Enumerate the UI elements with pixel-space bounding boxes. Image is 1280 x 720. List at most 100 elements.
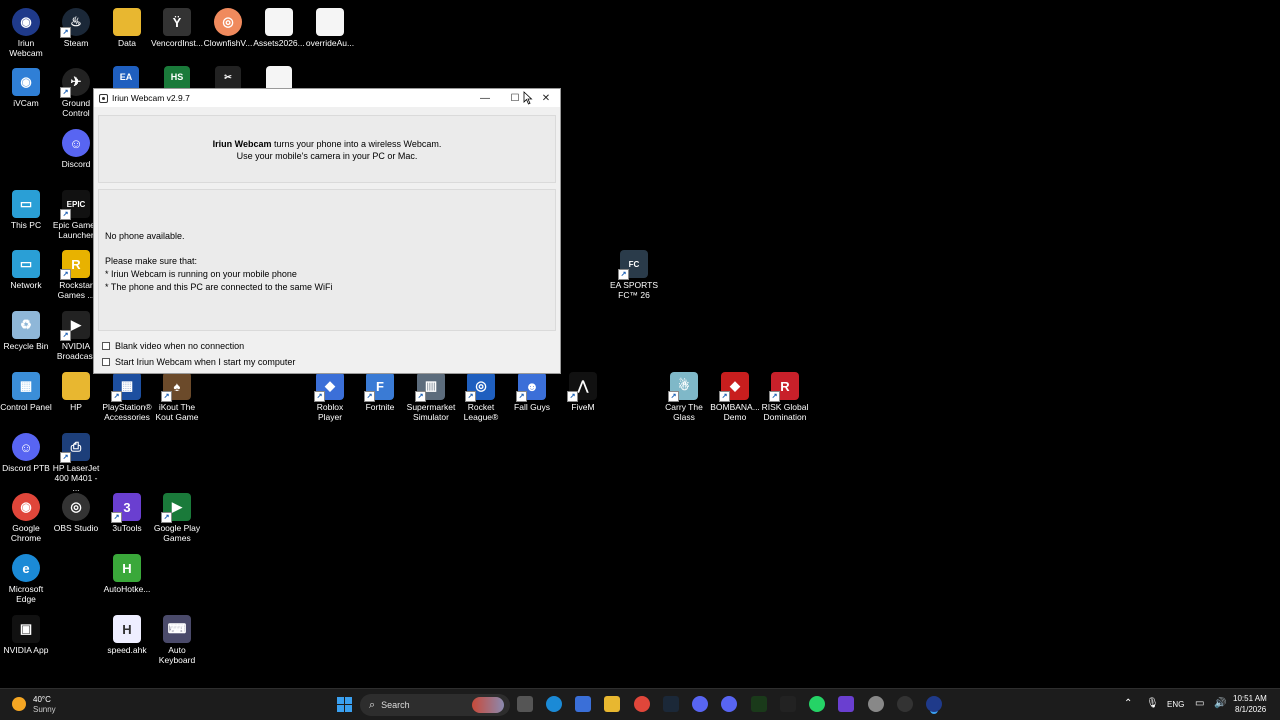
network-icon[interactable]: ▭ bbox=[1195, 698, 1204, 709]
app-icon: ☺ bbox=[12, 433, 40, 461]
app-taskbar-icon[interactable] bbox=[838, 696, 854, 712]
desktop-icon[interactable]: ☺ Discord PTB bbox=[0, 429, 52, 473]
close-button[interactable]: ✕ bbox=[531, 89, 561, 107]
desktop-icon-label: Control Panel bbox=[0, 402, 52, 412]
task-view-icon[interactable] bbox=[517, 696, 533, 712]
desktop-icon[interactable]: F ↗ Fortnite bbox=[354, 368, 406, 412]
tray-chevron-up-icon[interactable]: ⌃ bbox=[1124, 698, 1132, 709]
desktop-icon[interactable]: 3 ↗ 3uTools bbox=[101, 489, 153, 533]
desktop-icon[interactable]: ♨ ↗ Steam bbox=[50, 4, 102, 48]
app-icon: ◎ bbox=[214, 8, 242, 36]
desktop-icon-label: overrideAu... bbox=[305, 38, 355, 48]
desktop-icon[interactable]: HP bbox=[50, 368, 102, 412]
weather-desc[interactable]: Sunny bbox=[33, 705, 56, 714]
desktop-icon[interactable]: ☃ ↗ Carry The Glass bbox=[658, 368, 710, 422]
desktop-icon[interactable]: ◆ ↗ Roblox Player bbox=[304, 368, 356, 422]
settings-taskbar-icon[interactable] bbox=[868, 696, 884, 712]
taskbar: 40°C Sunny ⌕ Search ⌃ 🎙 ENG ▭ 🔊 10:51 AM… bbox=[0, 688, 1280, 720]
language-indicator[interactable]: ENG bbox=[1167, 700, 1184, 709]
discord-taskbar-icon[interactable] bbox=[692, 696, 708, 712]
desktop-icon[interactable]: ◉ iVCam bbox=[0, 64, 52, 108]
app-icon: F ↗ bbox=[364, 372, 394, 402]
desktop-icon-partial[interactable]: HS bbox=[164, 66, 190, 88]
desktop-icon-partial[interactable]: ✂ bbox=[215, 66, 241, 88]
nvidia-broadcast-taskbar-icon[interactable] bbox=[751, 696, 767, 712]
blank-video-checkbox[interactable] bbox=[102, 342, 110, 350]
desktop-icon-label: Auto Keyboard bbox=[158, 645, 196, 665]
startup-option[interactable]: Start Iriun Webcam when I start my compu… bbox=[102, 357, 295, 367]
shortcut-arrow-icon: ↗ bbox=[465, 391, 476, 402]
desktop-icon[interactable]: ◉ Google Chrome bbox=[0, 489, 52, 543]
desktop-icon[interactable]: ◎ ↗ Rocket League® bbox=[455, 368, 507, 422]
app-icon: ♠ ↗ bbox=[161, 372, 191, 402]
minimize-button[interactable]: — bbox=[470, 89, 500, 107]
desktop-icon-label: EA SPORTS FC™ 26 bbox=[609, 280, 659, 300]
app-icon: ⌨ bbox=[163, 615, 191, 643]
desktop-icon[interactable]: ⋀ ↗ FiveM bbox=[557, 368, 609, 412]
desktop-icon[interactable]: overrideAu... bbox=[304, 4, 356, 48]
desktop-icon[interactable]: FC ↗ EA SPORTS FC™ 26 bbox=[608, 246, 660, 300]
desktop-icon[interactable]: Data bbox=[101, 4, 153, 48]
desktop-icon[interactable]: ◎ ClownfishV... bbox=[202, 4, 254, 48]
desktop-icon[interactable]: Hspeed.ahk bbox=[101, 611, 153, 655]
desktop-icon[interactable]: ◉ Iriun Webcam bbox=[0, 4, 52, 58]
desktop-icon-label: Carry The Glass bbox=[665, 402, 703, 422]
blank-video-option[interactable]: Blank video when no connection bbox=[102, 341, 244, 351]
fivem-taskbar-icon[interactable] bbox=[780, 696, 796, 712]
desktop-icon[interactable]: ▦ Control Panel bbox=[0, 368, 52, 412]
window-titlebar[interactable]: Iriun Webcam v2.9.7 — ☐ ✕ bbox=[94, 89, 560, 107]
weather-temp[interactable]: 40°C bbox=[33, 695, 51, 704]
startup-checkbox[interactable] bbox=[102, 358, 110, 366]
app-icon: FC ↗ bbox=[618, 250, 648, 280]
app-icon: ▥ ↗ bbox=[415, 372, 445, 402]
desktop-icon[interactable]: ▭ This PC bbox=[0, 186, 52, 230]
shortcut-arrow-icon: ↗ bbox=[60, 269, 71, 280]
file-explorer-taskbar-icon[interactable] bbox=[604, 696, 620, 712]
edge-taskbar-icon[interactable] bbox=[546, 696, 562, 712]
store-taskbar-icon[interactable] bbox=[575, 696, 591, 712]
desktop-icon[interactable]: R ↗ RISK Global Domination bbox=[759, 368, 811, 422]
shortcut-arrow-icon: ↗ bbox=[60, 452, 71, 463]
shortcut-arrow-icon: ↗ bbox=[60, 27, 71, 38]
desktop-icon-partial[interactable]: EA bbox=[113, 66, 139, 88]
desktop-icon[interactable]: H AutoHotke... bbox=[101, 550, 153, 594]
desktop-icon[interactable]: ♻ Recycle Bin bbox=[0, 307, 52, 351]
desktop-icon[interactable]: ▭ Network bbox=[0, 246, 52, 290]
whatsapp-taskbar-icon[interactable] bbox=[809, 696, 825, 712]
desktop-icon[interactable]: Ϋ VencordInst... bbox=[151, 4, 203, 48]
desktop-icon[interactable]: e Microsoft Edge bbox=[0, 550, 52, 604]
obs-taskbar-icon[interactable] bbox=[897, 696, 913, 712]
chrome-taskbar-icon[interactable] bbox=[634, 696, 650, 712]
desktop-icon[interactable]: ⌨ Auto Keyboard bbox=[151, 611, 203, 665]
desktop-icon[interactable]: ◎ OBS Studio bbox=[50, 489, 102, 533]
clock-date[interactable]: 8/1/2026 bbox=[1235, 705, 1266, 714]
iriun-taskbar-icon[interactable] bbox=[926, 696, 942, 712]
desktop-icon-label: Iriun Webcam bbox=[9, 38, 43, 58]
shortcut-arrow-icon: ↗ bbox=[769, 391, 780, 402]
desktop-icon[interactable]: ▣ NVIDIA App bbox=[0, 611, 52, 655]
discord-ptb-taskbar-icon[interactable] bbox=[721, 696, 737, 712]
taskbar-search[interactable]: ⌕ Search bbox=[360, 694, 510, 716]
app-icon: ◉ bbox=[12, 68, 40, 96]
intro-app-name: Iriun Webcam bbox=[212, 139, 272, 149]
app-icon: ◆ ↗ bbox=[314, 372, 344, 402]
search-highlight-icon bbox=[472, 697, 504, 713]
desktop-icon[interactable]: ☻ ↗ Fall Guys bbox=[506, 368, 558, 412]
microphone-icon[interactable]: 🎙 bbox=[1146, 698, 1159, 709]
desktop-icon-label: OBS Studio bbox=[53, 523, 99, 533]
desktop-icon[interactable]: ◆ ↗ BOMBANA... Demo bbox=[709, 368, 761, 422]
volume-icon[interactable]: 🔊 bbox=[1214, 698, 1226, 709]
start-windows-icon[interactable] bbox=[337, 697, 353, 713]
desktop-icon[interactable]: ⎙ ↗ HP LaserJet 400 M401 - ... bbox=[50, 429, 102, 493]
desktop-icon[interactable]: ▥ ↗ Supermarket Simulator bbox=[405, 368, 457, 422]
steam-taskbar-icon[interactable] bbox=[663, 696, 679, 712]
desktop-icon[interactable]: ▶ ↗ Google Play Games bbox=[151, 489, 203, 543]
status-panel: No phone available. Please make sure tha… bbox=[98, 189, 556, 331]
desktop-icon[interactable]: ▦ ↗ PlayStation® Accessories bbox=[101, 368, 153, 422]
shortcut-arrow-icon: ↗ bbox=[161, 512, 172, 523]
desktop-icon-partial[interactable] bbox=[266, 66, 292, 88]
sun-icon[interactable] bbox=[12, 697, 26, 711]
desktop-icon[interactable]: Assets2026... bbox=[253, 4, 305, 48]
desktop-icon[interactable]: ♠ ↗ iKout The Kout Game bbox=[151, 368, 203, 422]
clock-time[interactable]: 10:51 AM bbox=[1233, 694, 1267, 703]
